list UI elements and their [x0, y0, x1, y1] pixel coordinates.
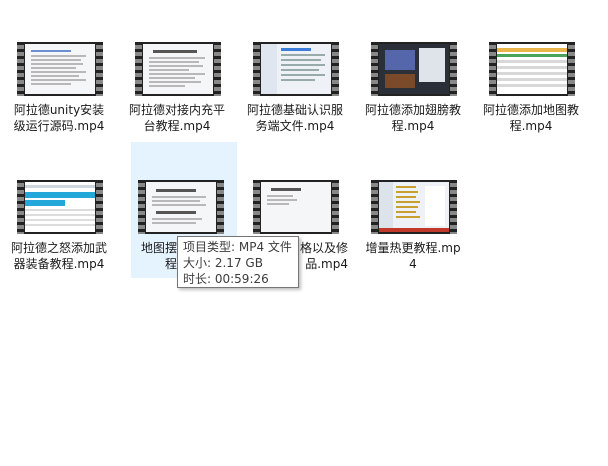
file-tile[interactable]: 阿拉德添加地图教程.mp4: [478, 0, 584, 133]
video-thumbnail: [17, 42, 103, 96]
video-thumbnail: [371, 42, 457, 96]
file-tile[interactable]: 阿拉德添加翅膀教程.mp4: [360, 0, 466, 133]
file-name: 增量热更教程.mp4: [365, 241, 461, 271]
file-name: 阿拉德之怒添加武器装备教程.mp4: [10, 241, 107, 271]
video-thumbnail: [253, 42, 339, 96]
file-name: 阿拉德unity安装级运行源码.mp4: [13, 103, 105, 133]
file-name: 格以及修 品.mp4: [300, 241, 349, 271]
thumbnail-screen: [25, 44, 95, 94]
film-strip-icon: [371, 180, 378, 234]
file-name: 地图摆 程: [140, 241, 177, 271]
file-name: 阿拉德对接内充平台教程.mp4: [128, 103, 225, 133]
film-strip-icon: [371, 42, 378, 96]
tooltip-duration: 时长: 00:59:26: [183, 272, 269, 286]
video-thumbnail: [371, 180, 457, 234]
tooltip-size: 大小: 2.17 GB: [183, 256, 263, 270]
file-name: 阿拉德添加翅膀教程.mp4: [364, 103, 461, 133]
video-thumbnail: [489, 42, 575, 96]
file-explorer-content-area: 阿拉德unity安装级运行源码.mp4 阿拉德对接内充平台教程.mp4 阿拉德基…: [0, 0, 608, 466]
video-thumbnail: [138, 180, 224, 234]
file-tile[interactable]: 阿拉德基础认识服务端文件.mp4: [242, 0, 348, 133]
file-tile[interactable]: 增量热更教程.mp4: [360, 138, 466, 271]
film-strip-icon: [17, 180, 24, 234]
video-thumbnail: [253, 180, 339, 234]
file-tile[interactable]: 阿拉德之怒添加武器装备教程.mp4: [6, 138, 112, 271]
film-strip-icon: [17, 42, 24, 96]
file-tile[interactable]: 阿拉德unity安装级运行源码.mp4: [6, 0, 112, 133]
tooltip-type: 项目类型: MP4 文件: [183, 240, 292, 254]
file-name: 阿拉德基础认识服务端文件.mp4: [246, 103, 343, 133]
video-thumbnail: [17, 180, 103, 234]
file-info-tooltip: 项目类型: MP4 文件 大小: 2.17 GB 时长: 00:59:26: [177, 236, 299, 288]
film-strip-icon: [135, 42, 142, 96]
film-strip-icon: [253, 42, 260, 96]
video-thumbnail: [135, 42, 221, 96]
file-name: 阿拉德添加地图教程.mp4: [482, 103, 579, 133]
film-strip-icon: [253, 180, 260, 234]
file-tile[interactable]: 格以及修 品.mp4: [242, 138, 348, 271]
film-strip-icon: [489, 42, 496, 96]
film-strip-icon: [138, 180, 145, 234]
file-tile[interactable]: 阿拉德对接内充平台教程.mp4: [124, 0, 230, 133]
